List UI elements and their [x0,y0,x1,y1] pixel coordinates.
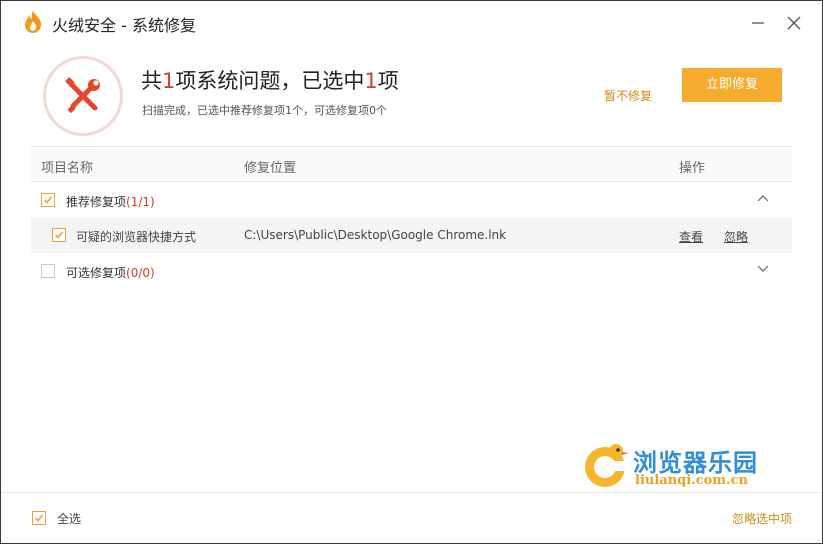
optional-group-checkbox[interactable] [41,264,55,278]
chevron-down-icon[interactable] [757,265,769,273]
select-all-label[interactable]: 全选 [57,510,81,527]
summary-prefix: 共 [141,69,162,93]
group-optional[interactable]: 可选修复项(0/0) [31,253,792,289]
window-title: 火绒安全 - 系统修复 [52,16,196,35]
group-title: 推荐修复项 [66,195,127,209]
check-icon [43,196,53,204]
repair-now-button[interactable]: 立即修复 [682,68,782,102]
item-name: 可疑的浏览器快捷方式 [76,230,197,244]
title-bar[interactable]: 火绒安全 - 系统修复 [1,1,822,45]
watermark: 浏览器乐园 liulanqi.com.cn [583,441,763,491]
scan-result-subtitle: 扫描完成，已选中推荐修复项1个，可选修复项0个 [142,104,387,117]
optional-group-label: 可选修复项(0/0) [66,264,155,281]
check-icon [34,514,44,522]
repair-status-badge [43,56,123,136]
issue-summary-heading: 共1项系统问题，已选中1项 [141,65,399,95]
group-title: 可选修复项 [66,266,127,280]
recommended-group-checkbox[interactable] [41,193,55,207]
repair-items-table: 项目名称 修复位置 操作 推荐修复项(1/1) 可疑的浏览器快捷方式 C:\Us… [31,146,792,289]
column-header-location: 修复位置 [244,161,297,176]
check-icon [54,231,64,239]
item-checkbox[interactable] [52,228,66,242]
item-path: C:\Users\Public\Desktop\Google Chrome.ln… [244,228,507,242]
wrench-screwdriver-icon [65,77,100,113]
group-count: (0/0) [126,266,155,280]
summary-middle: 项系统问题，已选中 [175,69,365,93]
ignore-selected-link[interactable]: 忽略选中项 [732,510,792,527]
group-count: (1/1) [126,195,155,209]
select-all-checkbox[interactable] [32,511,46,525]
huorong-flame-logo-icon [25,11,42,33]
column-header-actions: 操作 [679,161,706,176]
repair-window: 火绒安全 - 系统修复 共1项系统问题，已选中1项 扫描完成，已选中推荐修复项1… [0,0,823,544]
table-row[interactable]: 可疑的浏览器快捷方式 C:\Users\Public\Desktop\Googl… [31,218,792,253]
view-link[interactable]: 查看 [679,228,703,245]
selected-count: 1 [364,69,378,93]
close-icon[interactable] [781,10,807,36]
chevron-up-icon[interactable] [757,194,769,202]
issue-count: 1 [162,69,176,93]
footer-bar: 全选 忽略选中项 [1,492,822,543]
table-header: 项目名称 修复位置 操作 [31,146,792,182]
group-recommended[interactable]: 推荐修复项(1/1) [31,182,792,218]
ignore-link[interactable]: 忽略 [724,228,748,245]
skip-repair-link[interactable]: 暂不修复 [604,87,652,104]
summary-suffix: 项 [377,69,399,93]
duck-logo-icon [585,444,629,487]
watermark-url: liulanqi.com.cn [635,473,748,488]
minimize-icon[interactable] [745,10,771,36]
column-header-name: 项目名称 [41,161,94,176]
recommended-group-label: 推荐修复项(1/1) [66,193,155,210]
